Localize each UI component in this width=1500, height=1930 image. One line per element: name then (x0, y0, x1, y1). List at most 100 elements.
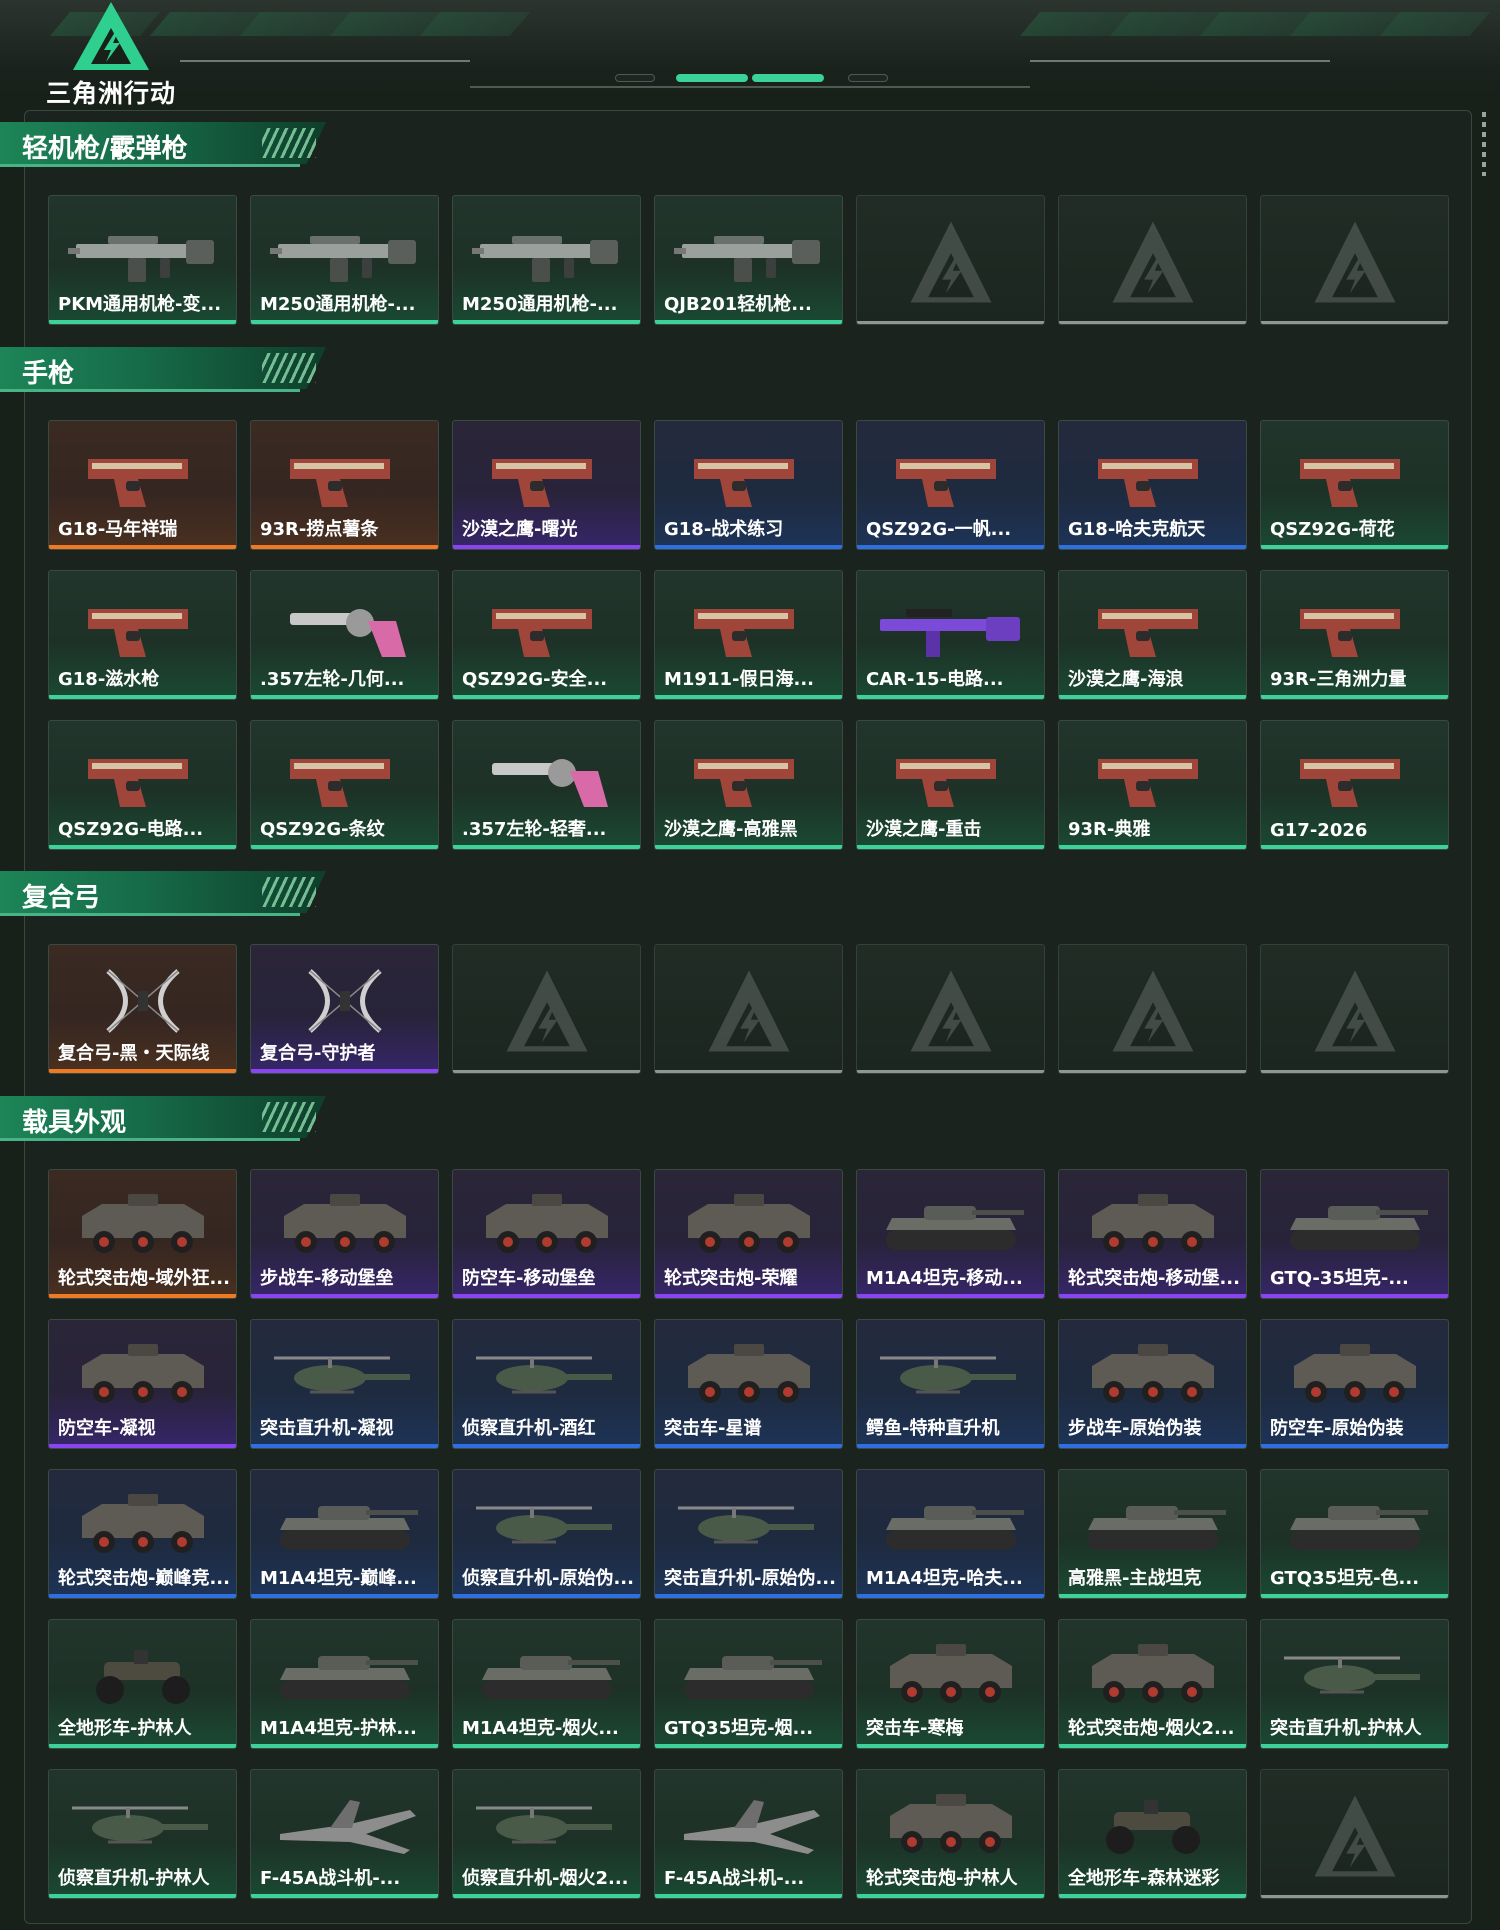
item-card[interactable]: 沙漠之鹰-重击 (856, 720, 1045, 850)
pager-dot[interactable] (848, 74, 888, 82)
empty-slot (856, 195, 1045, 325)
quality-bar (655, 845, 842, 849)
item-card[interactable]: 侦察直升机-酒红 (452, 1319, 641, 1449)
item-card[interactable]: F-45A战斗机-... (250, 1769, 439, 1899)
tank-icon (1087, 1506, 1226, 1550)
armored-car-icon (1091, 1644, 1214, 1703)
pager-dot[interactable] (615, 74, 655, 82)
quality-bar (1261, 1294, 1448, 1298)
item-label: QSZ92G-荷花 (1270, 519, 1395, 540)
quality-bar (49, 1069, 236, 1073)
item-label: G18-马年祥瑞 (58, 519, 178, 540)
item-card[interactable]: 防空车-凝视 (48, 1319, 237, 1449)
item-card[interactable]: G18-战术练习 (654, 420, 843, 550)
item-card[interactable]: G18-哈夫克航天 (1058, 420, 1247, 550)
tank-icon (885, 1506, 1024, 1550)
item-card[interactable]: M1A4坦克-烟火... (452, 1619, 641, 1749)
item-card[interactable]: GTQ35坦克-色... (1260, 1469, 1449, 1599)
item-card[interactable]: GTQ-35坦克-... (1260, 1169, 1449, 1299)
item-card[interactable]: 轮式突击炮-烟火2... (1058, 1619, 1247, 1749)
empty-slot-logo-icon (1314, 970, 1395, 1052)
item-card[interactable]: 93R-捞点薯条 (250, 420, 439, 550)
item-card[interactable]: M250通用机枪-... (250, 195, 439, 325)
helicopter-icon (71, 1806, 208, 1844)
item-card[interactable]: M1A4坦克-移动... (856, 1169, 1045, 1299)
item-card[interactable]: 突击车-星谱 (654, 1319, 843, 1449)
item-card[interactable]: 鳄鱼-特种直升机 (856, 1319, 1045, 1449)
item-card[interactable]: 侦察直升机-烟火2... (452, 1769, 641, 1899)
item-label: 侦察直升机-原始伪... (462, 1568, 634, 1589)
item-card[interactable]: G17-2026 (1260, 720, 1449, 850)
quality-bar (251, 1294, 438, 1298)
jet-icon (279, 1800, 416, 1854)
item-card[interactable]: .357左轮-几何... (250, 570, 439, 700)
item-label: 步战车-原始伪装 (1068, 1418, 1202, 1439)
item-card[interactable]: 轮式突击炮-荣耀 (654, 1169, 843, 1299)
item-card[interactable]: QSZ92G-条纹 (250, 720, 439, 850)
pager-dot[interactable] (676, 74, 748, 82)
item-card[interactable]: 轮式突击炮-域外狂... (48, 1169, 237, 1299)
item-card[interactable]: QSZ92G-电路... (48, 720, 237, 850)
item-card[interactable]: .357左轮-轻奢... (452, 720, 641, 850)
empty-slot-logo-icon (506, 970, 587, 1052)
empty-slot (1260, 944, 1449, 1074)
helicopter-icon (475, 1506, 612, 1544)
item-card[interactable]: 侦察直升机-原始伪... (452, 1469, 641, 1599)
pistol-icon (1299, 459, 1400, 507)
item-card[interactable]: 沙漠之鹰-曙光 (452, 420, 641, 550)
item-card[interactable]: M1A4坦克-护林... (250, 1619, 439, 1749)
item-card[interactable]: 93R-三角洲力量 (1260, 570, 1449, 700)
item-card[interactable]: QJB201轻机枪... (654, 195, 843, 325)
item-label: M1A4坦克-巅峰... (260, 1568, 417, 1589)
quality-bar (1261, 545, 1448, 549)
item-card[interactable]: 全地形车-森林迷彩 (1058, 1769, 1247, 1899)
item-card[interactable]: M1A4坦克-巅峰... (250, 1469, 439, 1599)
helicopter-icon (273, 1356, 410, 1394)
item-card[interactable]: M1911-假日海... (654, 570, 843, 700)
pager-dot[interactable] (752, 74, 824, 82)
armored-car-icon (1293, 1344, 1416, 1403)
item-label: 侦察直升机-酒红 (462, 1418, 596, 1439)
item-card[interactable]: 防空车-原始伪装 (1260, 1319, 1449, 1449)
item-card[interactable]: 突击直升机-护林人 (1260, 1619, 1449, 1749)
item-card[interactable]: 全地形车-护林人 (48, 1619, 237, 1749)
item-card[interactable]: F-45A战斗机-... (654, 1769, 843, 1899)
item-card[interactable]: 突击直升机-凝视 (250, 1319, 439, 1449)
item-card[interactable]: 复合弓-守护者 (250, 944, 439, 1074)
item-card[interactable]: 沙漠之鹰-高雅黑 (654, 720, 843, 850)
tank-icon (1289, 1506, 1428, 1550)
item-label: 全地形车-森林迷彩 (1068, 1868, 1220, 1889)
armored-car-icon (81, 1494, 204, 1553)
item-card[interactable]: G18-滋水枪 (48, 570, 237, 700)
item-label: M1A4坦克-哈夫... (866, 1568, 1023, 1589)
item-card[interactable]: GTQ35坦克-烟... (654, 1619, 843, 1749)
item-card[interactable]: M1A4坦克-哈夫... (856, 1469, 1045, 1599)
item-card[interactable]: PKM通用机枪-变... (48, 195, 237, 325)
item-card[interactable]: QSZ92G-荷花 (1260, 420, 1449, 550)
item-card[interactable]: 轮式突击炮-护林人 (856, 1769, 1045, 1899)
item-card[interactable]: 复合弓-黑・天际线 (48, 944, 237, 1074)
scrollbar[interactable] (1482, 112, 1486, 176)
quality-bar (453, 1894, 640, 1898)
section-header: 手枪 (0, 347, 330, 397)
item-card[interactable]: G18-马年祥瑞 (48, 420, 237, 550)
item-card[interactable]: 93R-典雅 (1058, 720, 1247, 850)
item-card[interactable]: 突击直升机-原始伪... (654, 1469, 843, 1599)
item-card[interactable]: QSZ92G-安全... (452, 570, 641, 700)
quality-bar (49, 1294, 236, 1298)
item-card[interactable]: 步战车-原始伪装 (1058, 1319, 1247, 1449)
item-card[interactable]: 防空车-移动堡垒 (452, 1169, 641, 1299)
item-card[interactable]: 轮式突击炮-移动堡... (1058, 1169, 1247, 1299)
item-card[interactable]: 沙漠之鹰-海浪 (1058, 570, 1247, 700)
item-card[interactable]: 步战车-移动堡垒 (250, 1169, 439, 1299)
item-card[interactable]: 突击车-寒梅 (856, 1619, 1045, 1749)
item-card[interactable]: M250通用机枪-... (452, 195, 641, 325)
item-card[interactable]: CAR-15-电路... (856, 570, 1045, 700)
item-card[interactable]: 侦察直升机-护林人 (48, 1769, 237, 1899)
item-card[interactable]: QSZ92G-一帆... (856, 420, 1045, 550)
item-label: 沙漠之鹰-重击 (866, 819, 982, 840)
item-card[interactable]: 高雅黑-主战坦克 (1058, 1469, 1247, 1599)
item-label: 轮式突击炮-移动堡... (1068, 1268, 1240, 1289)
item-card[interactable]: 轮式突击炮-巅峰竞... (48, 1469, 237, 1599)
item-label: 突击直升机-护林人 (1270, 1718, 1422, 1739)
